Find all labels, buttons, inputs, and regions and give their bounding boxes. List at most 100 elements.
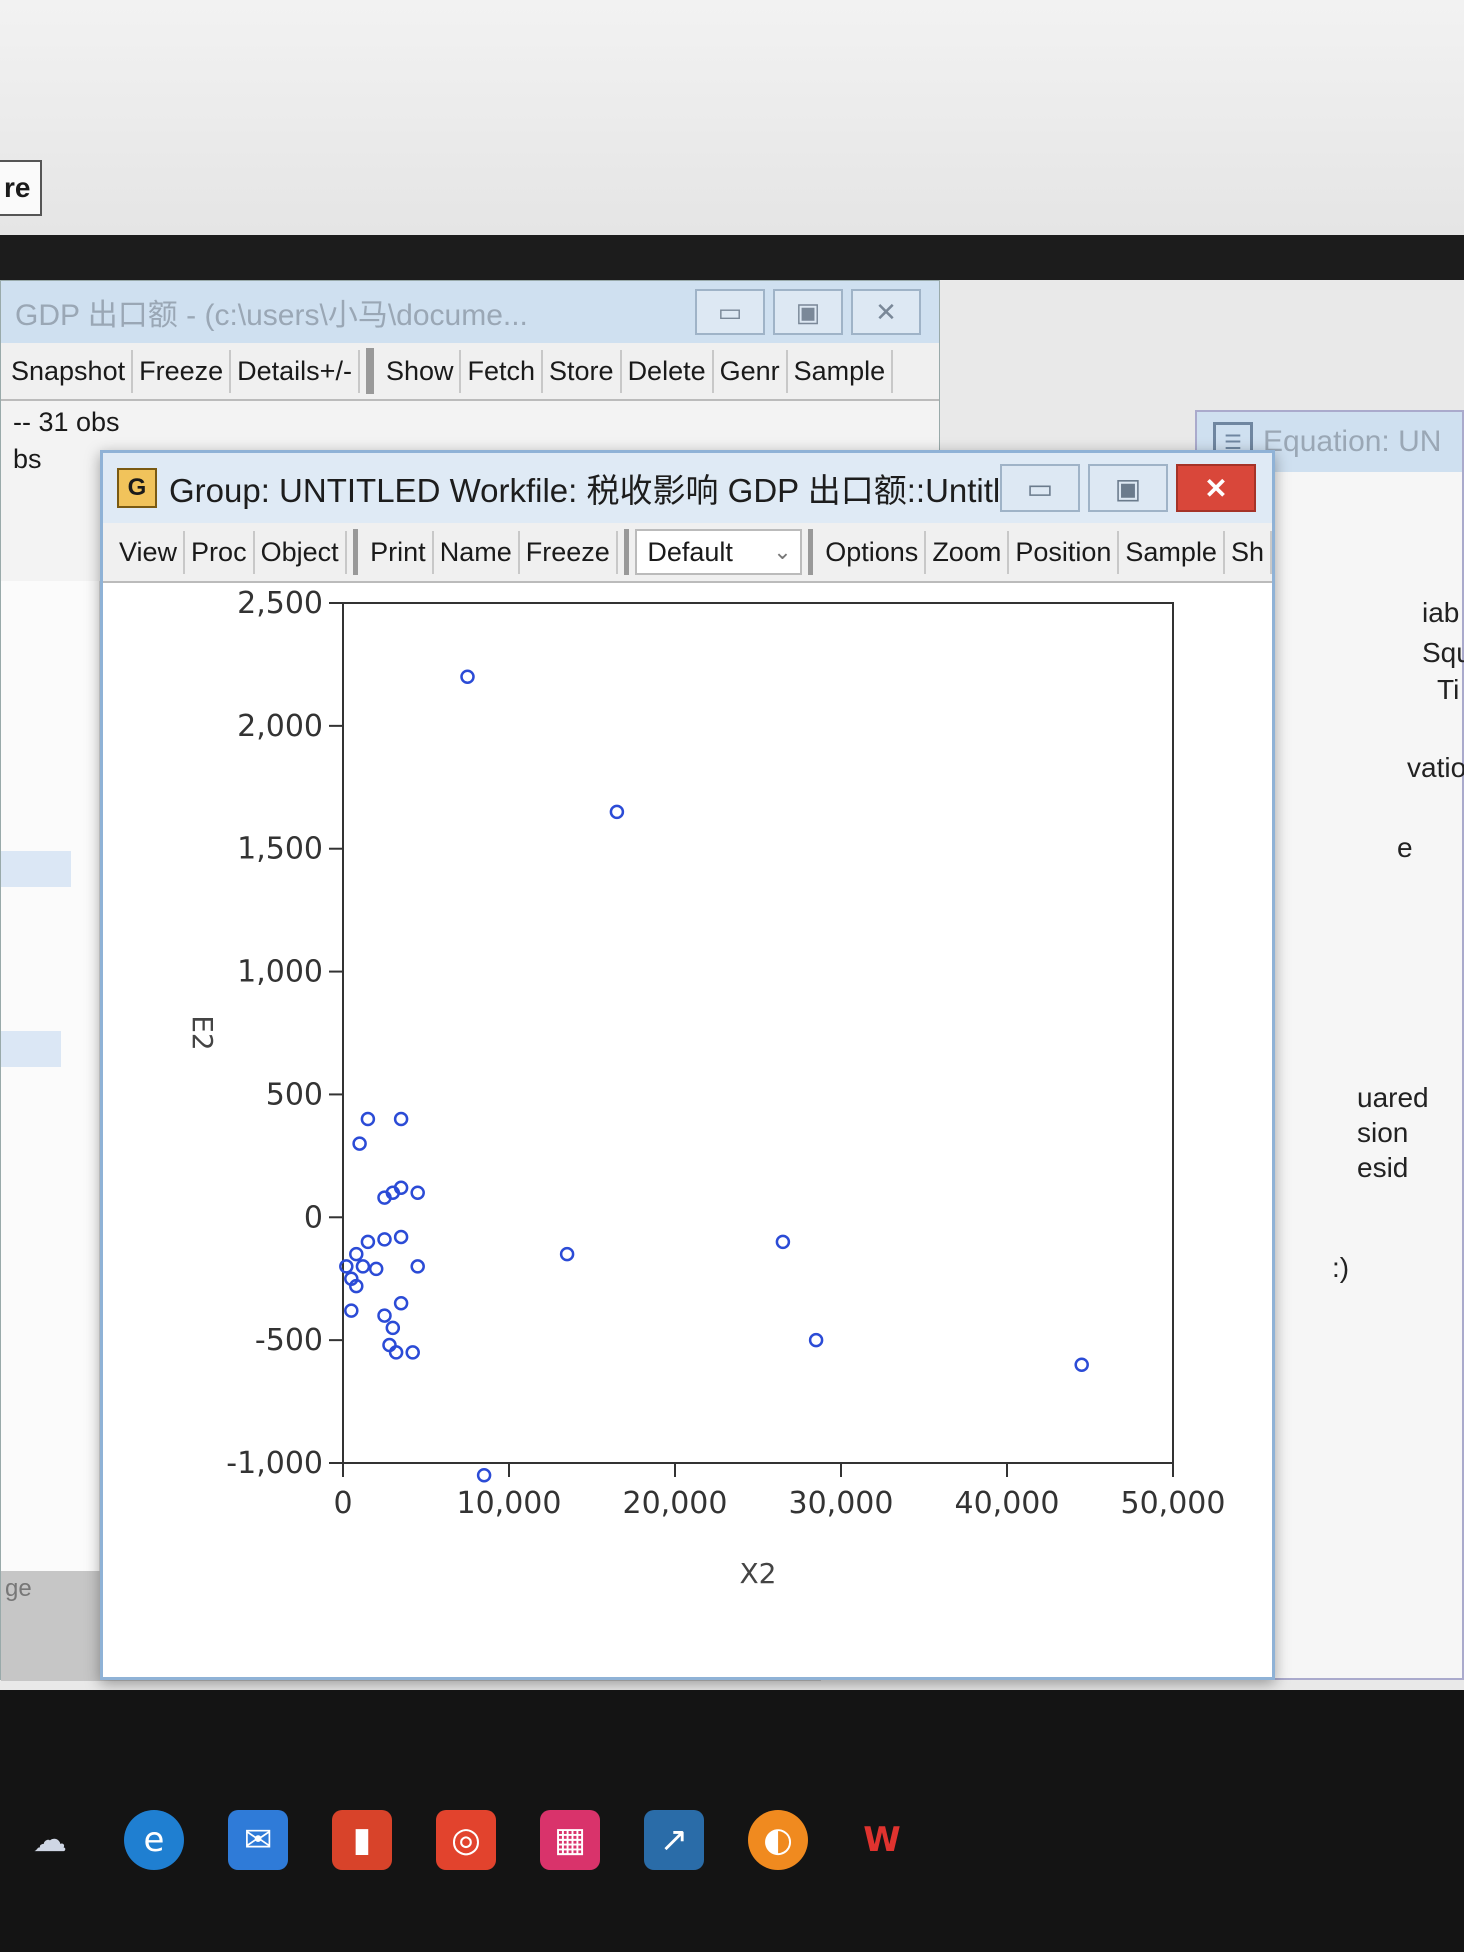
y-tick-label: 1,000 xyxy=(237,955,323,990)
data-point xyxy=(344,1303,359,1318)
equation-title: Equation: UN xyxy=(1263,425,1442,458)
workfile-titlebar[interactable]: GDP 出口额 - (c:\users\小马\docume... ▭ ▣ ✕ xyxy=(1,281,939,343)
x-tick-label: 20,000 xyxy=(623,1486,728,1521)
toolbar-separator xyxy=(623,529,630,575)
scatter-plot: 2,500 2,000 1,500 1,000 500 0 -500 -1,000 0 10,00… xyxy=(186,586,1226,1590)
wps-icon[interactable]: W xyxy=(852,1810,912,1870)
equation-text-fragment: iab xyxy=(1422,597,1460,628)
workfile-title: GDP 出口额 - (c:\users\小马\docume... xyxy=(15,299,528,332)
y-tick-label: 2,500 xyxy=(237,586,323,621)
delete-button[interactable]: Delete xyxy=(622,349,714,393)
data-point xyxy=(388,1345,404,1360)
edge-icon[interactable]: e xyxy=(124,1810,184,1870)
details-button[interactable]: Details+/- xyxy=(231,349,360,393)
genr-button[interactable]: Genr xyxy=(714,349,788,393)
minimize-button[interactable]: ▭ xyxy=(1000,464,1080,512)
proc-button[interactable]: Proc xyxy=(185,530,255,574)
data-point xyxy=(382,1337,397,1353)
mail-icon[interactable]: ✉ xyxy=(228,1810,288,1870)
data-point xyxy=(393,1229,409,1245)
x-tick-label: 0 xyxy=(333,1486,352,1521)
toolbar-separator xyxy=(352,529,359,575)
y-tick-label: 2,000 xyxy=(237,709,323,744)
store-button[interactable]: Store xyxy=(543,349,622,393)
onedrive-icon[interactable]: ☁ xyxy=(20,1810,80,1870)
range-label: -- 31 obs xyxy=(13,407,120,437)
x-axis-title: X2 xyxy=(740,1557,777,1590)
x-tick-label: 40,000 xyxy=(955,1486,1060,1521)
print-button[interactable]: Print xyxy=(364,530,434,574)
freeze-button[interactable]: Freeze xyxy=(133,349,232,393)
view-button[interactable]: View xyxy=(113,530,186,574)
equation-text-fragment: Ti xyxy=(1437,674,1460,705)
equation-text-fragment: e xyxy=(1397,832,1413,863)
y-tick-label: -1,000 xyxy=(226,1446,323,1481)
page-tab[interactable]: ge xyxy=(1,1571,36,1607)
graph-canvas[interactable]: 2,500 2,000 1,500 1,000 500 0 -500 -1,000 0 10,00… xyxy=(103,583,1272,1677)
background-tab[interactable]: re xyxy=(0,160,42,216)
eviews-icon[interactable]: ↗ xyxy=(644,1810,704,1870)
data-point xyxy=(352,1136,367,1151)
photo-app-icon[interactable]: ▦ xyxy=(540,1810,600,1870)
snapshot-button[interactable]: Snapshot xyxy=(5,349,134,393)
firefox-icon[interactable]: ◐ xyxy=(748,1810,808,1870)
close-button[interactable]: ✕ xyxy=(851,289,921,335)
close-button[interactable]: ✕ xyxy=(1176,464,1256,512)
workfile-object-list[interactable] xyxy=(1,581,101,1681)
x-tick-label: 30,000 xyxy=(789,1486,894,1521)
data-point xyxy=(368,1261,384,1277)
zoom-button[interactable]: Zoom xyxy=(926,530,1010,574)
equation-text-fragment: esid xyxy=(1357,1152,1409,1183)
sample-button[interactable]: Sample xyxy=(1119,530,1225,574)
toolbar-separator xyxy=(365,348,374,394)
equation-text-fragment: :) xyxy=(1332,1252,1350,1283)
data-point xyxy=(476,1468,492,1483)
view-select-value: Default xyxy=(647,536,733,567)
netease-music-icon[interactable]: ◎ xyxy=(436,1810,496,1870)
object-button[interactable]: Object xyxy=(255,530,347,574)
equation-text-fragment: sion xyxy=(1357,1117,1409,1148)
data-point xyxy=(775,1234,791,1250)
equation-text-fragment: Squ xyxy=(1422,637,1464,668)
background-band xyxy=(0,235,1464,280)
data-point xyxy=(377,1308,392,1323)
toolbar-separator xyxy=(807,529,814,575)
data-point xyxy=(559,1246,575,1262)
taskbar: ☁ e ✉ ▮ ◎ ▦ ↗ ◐ W xyxy=(0,1690,1464,1952)
equation-text-fragment: vatio xyxy=(1407,752,1464,783)
freeze-button[interactable]: Freeze xyxy=(520,530,618,574)
fetch-button[interactable]: Fetch xyxy=(461,349,544,393)
data-point xyxy=(385,1320,401,1336)
sample-button[interactable]: Sample xyxy=(788,349,894,393)
group-icon: G xyxy=(117,468,157,508)
maximize-button[interactable]: ▣ xyxy=(1088,464,1168,512)
workfile-toolbar: Snapshot Freeze Details+/- Show Fetch St… xyxy=(1,343,939,401)
data-point xyxy=(1074,1357,1089,1372)
show-button[interactable]: Sh xyxy=(1225,530,1272,574)
data-point xyxy=(393,1296,409,1311)
data-point xyxy=(609,804,625,820)
list-item[interactable] xyxy=(1,1031,61,1067)
group-title: Group: UNTITLED Workfile: 税收影响 GDP 出口额::… xyxy=(169,472,1000,509)
group-toolbar: View Proc Object Print Name Freeze Defau… xyxy=(103,523,1272,583)
position-button[interactable]: Position xyxy=(1009,530,1120,574)
data-point xyxy=(349,1246,364,1262)
y-tick-label: 1,500 xyxy=(237,832,323,867)
plot-frame xyxy=(342,602,1174,1464)
y-axis-title: E2 xyxy=(186,1015,219,1051)
name-button[interactable]: Name xyxy=(434,530,520,574)
options-button[interactable]: Options xyxy=(819,530,927,574)
data-point xyxy=(410,1185,425,1200)
view-select[interactable]: Default ⌄ xyxy=(635,529,802,575)
group-titlebar[interactable]: G Group: UNTITLED Workfile: 税收影响 GDP 出口额… xyxy=(103,453,1272,523)
desktop-background-top xyxy=(0,0,1464,250)
data-point xyxy=(405,1345,420,1360)
office-icon[interactable]: ▮ xyxy=(332,1810,392,1870)
list-item[interactable] xyxy=(1,851,71,887)
show-button[interactable]: Show xyxy=(380,349,462,393)
minimize-button[interactable]: ▭ xyxy=(695,289,765,335)
data-point xyxy=(355,1259,371,1274)
x-tick-label: 50,000 xyxy=(1121,1486,1226,1521)
maximize-button[interactable]: ▣ xyxy=(773,289,843,335)
chevron-down-icon: ⌄ xyxy=(773,539,792,564)
